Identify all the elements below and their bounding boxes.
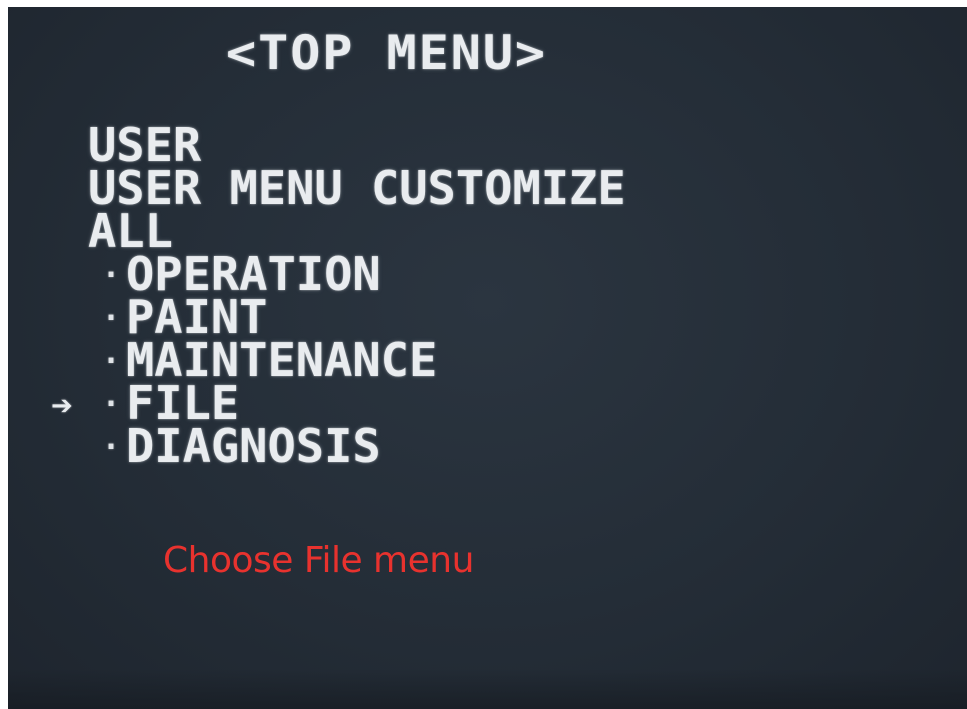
menu-item-diagnosis[interactable]: · DIAGNOSIS [8, 424, 608, 470]
menu-item-label: DIAGNOSIS [126, 420, 381, 474]
menu-item-maintenance[interactable]: · MAINTENANCE [8, 338, 608, 384]
bullet-dot: · [102, 430, 121, 465]
menu-title: <TOP MENU> [226, 25, 548, 81]
pendant-screen: <TOP MENU> USER USER MENU CUSTOMIZE ALL … [8, 7, 967, 709]
bullet-dot: · [102, 258, 121, 293]
cursor-arrow-icon: ➔ [51, 391, 73, 421]
bullet-dot: · [102, 344, 121, 379]
instruction-caption: Choose File menu [163, 540, 474, 581]
bullet-dot: · [102, 301, 121, 336]
bullet-dot: · [102, 387, 121, 422]
menu-item-operation[interactable]: · OPERATION [8, 252, 608, 298]
